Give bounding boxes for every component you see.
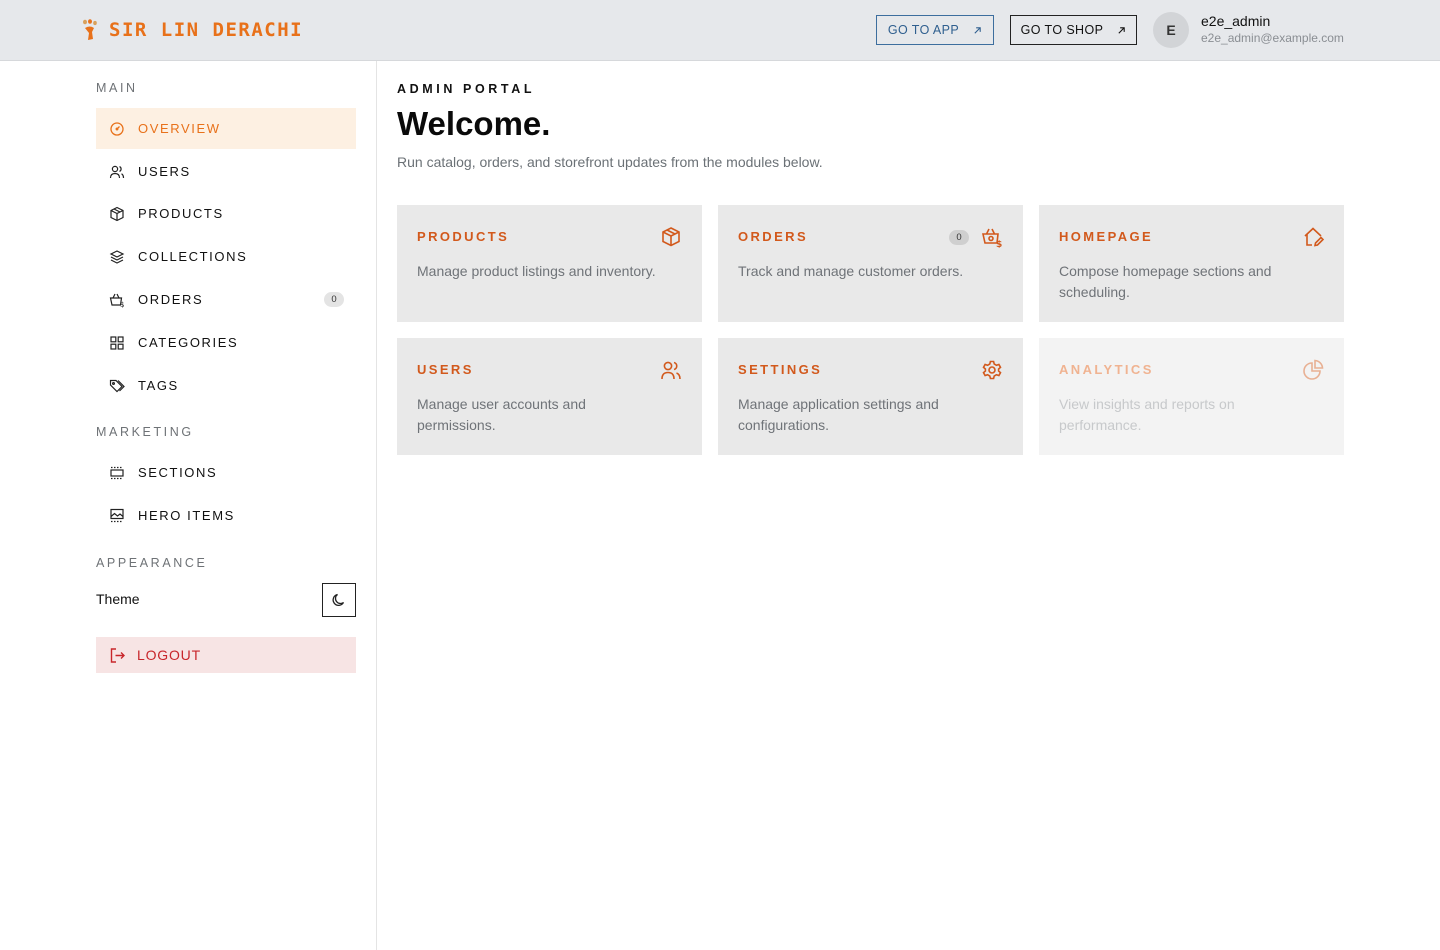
- sidebar-item-products[interactable]: PRODUCTS: [96, 193, 356, 234]
- sidebar-item-users[interactable]: USERS: [96, 151, 356, 192]
- sidebar-item-collections[interactable]: COLLECTIONS: [96, 236, 356, 277]
- page-intro: Run catalog, orders, and storefront upda…: [397, 154, 823, 170]
- sidebar: MAIN OVERVIEW USERS PRODUCTS COLLECTIONS…: [0, 61, 377, 950]
- go-to-app-button[interactable]: GO TO APP: [876, 15, 994, 45]
- layers-icon: [109, 249, 125, 265]
- sidebar-item-orders[interactable]: $ ORDERS 0: [96, 279, 356, 320]
- module-card-products[interactable]: PRODUCTS Manage product listings and inv…: [397, 205, 702, 322]
- moon-icon: [332, 593, 345, 607]
- card-title: USERS: [417, 362, 474, 377]
- sidebar-item-label: CATEGORIES: [138, 335, 239, 350]
- sidebar-item-label: PRODUCTS: [138, 206, 224, 221]
- sidebar-item-label: USERS: [138, 164, 191, 179]
- basket-icon: $: [982, 228, 1002, 248]
- user-name: e2e_admin: [1201, 13, 1271, 29]
- section-title-appearance: APPEARANCE: [96, 556, 208, 570]
- user-email: e2e_admin@example.com: [1201, 31, 1344, 45]
- card-description: Manage product listings and inventory.: [417, 263, 656, 279]
- orders-count-badge: 0: [949, 230, 969, 245]
- box-icon: [109, 206, 125, 222]
- users-icon: [661, 361, 681, 380]
- external-arrow-icon: [974, 26, 981, 34]
- logout-button[interactable]: LOGOUT: [96, 637, 356, 673]
- home-edit-icon: [1304, 227, 1324, 247]
- brand-name: SIR LIN DERACHI: [109, 19, 304, 41]
- module-card-orders[interactable]: ORDERS 0 $ Track and manage customer ord…: [718, 205, 1023, 322]
- image-icon: [109, 508, 125, 524]
- card-description: Track and manage customer orders.: [738, 263, 964, 279]
- card-description: Compose homepage sections and scheduling…: [1059, 263, 1272, 300]
- gauge-icon: [109, 121, 125, 137]
- card-title: ANALYTICS: [1059, 362, 1154, 377]
- module-card-users[interactable]: USERS Manage user accounts and permissio…: [397, 338, 702, 455]
- module-card-settings[interactable]: SETTINGS Manage application settings and…: [718, 338, 1023, 455]
- card-title: SETTINGS: [738, 362, 823, 377]
- card-description: Manage application settings and configur…: [738, 396, 939, 433]
- tags-icon: [109, 378, 125, 394]
- go-to-shop-button[interactable]: GO TO SHOP: [1010, 15, 1137, 45]
- brand-logo[interactable]: SIR LIN DERACHI: [80, 17, 303, 43]
- box-icon: [662, 227, 680, 247]
- avatar[interactable]: E: [1153, 12, 1189, 48]
- sidebar-item-overview[interactable]: OVERVIEW: [96, 108, 356, 149]
- paw-logo-icon: [83, 19, 97, 40]
- page-title: Welcome.: [397, 105, 551, 142]
- sections-icon: [109, 465, 125, 481]
- card-description: View insights and reports on performance…: [1059, 396, 1235, 433]
- card-description: Manage user accounts and permissions.: [417, 396, 586, 433]
- sidebar-item-hero-items[interactable]: HERO ITEMS: [96, 495, 356, 536]
- logout-label: LOGOUT: [137, 647, 201, 663]
- basket-icon: $: [109, 292, 125, 308]
- grid-icon: [109, 335, 125, 351]
- module-card-analytics: ANALYTICS View insights and reports on p…: [1039, 338, 1344, 455]
- sidebar-item-sections[interactable]: SECTIONS: [96, 452, 356, 493]
- external-arrow-icon: [1118, 26, 1126, 34]
- top-header: SIR LIN DERACHI GO TO APP GO TO SHOP E e…: [0, 0, 1440, 61]
- users-icon: [109, 164, 125, 180]
- theme-label: Theme: [96, 591, 140, 607]
- sidebar-item-label: TAGS: [138, 378, 179, 393]
- theme-toggle-button[interactable]: [322, 583, 356, 617]
- logout-icon: [110, 647, 125, 663]
- card-title: ORDERS: [738, 229, 809, 244]
- module-card-homepage[interactable]: HOMEPAGE Compose homepage sections and s…: [1039, 205, 1344, 322]
- go-to-app-label: GO TO APP: [887, 23, 960, 37]
- sidebar-item-label: SECTIONS: [138, 465, 218, 480]
- section-title-marketing: MARKETING: [96, 425, 194, 439]
- sidebar-item-tags[interactable]: TAGS: [96, 365, 356, 406]
- sidebar-item-label: ORDERS: [138, 292, 204, 307]
- page-eyebrow: ADMIN PORTAL: [397, 82, 536, 96]
- go-to-shop-label: GO TO SHOP: [1020, 23, 1104, 37]
- section-title-main: MAIN: [96, 81, 138, 95]
- orders-count-badge: 0: [324, 292, 344, 307]
- pie-chart-icon: [1303, 359, 1324, 380]
- sidebar-item-label: OVERVIEW: [138, 121, 221, 136]
- sidebar-item-label: COLLECTIONS: [138, 249, 248, 264]
- svg-text:$: $: [120, 301, 124, 308]
- sidebar-item-label: HERO ITEMS: [138, 508, 235, 523]
- gear-icon: [982, 360, 1002, 380]
- card-title: HOMEPAGE: [1059, 229, 1154, 244]
- card-title: PRODUCTS: [417, 229, 510, 244]
- sidebar-item-categories[interactable]: CATEGORIES: [96, 322, 356, 363]
- svg-text:$: $: [996, 240, 1002, 248]
